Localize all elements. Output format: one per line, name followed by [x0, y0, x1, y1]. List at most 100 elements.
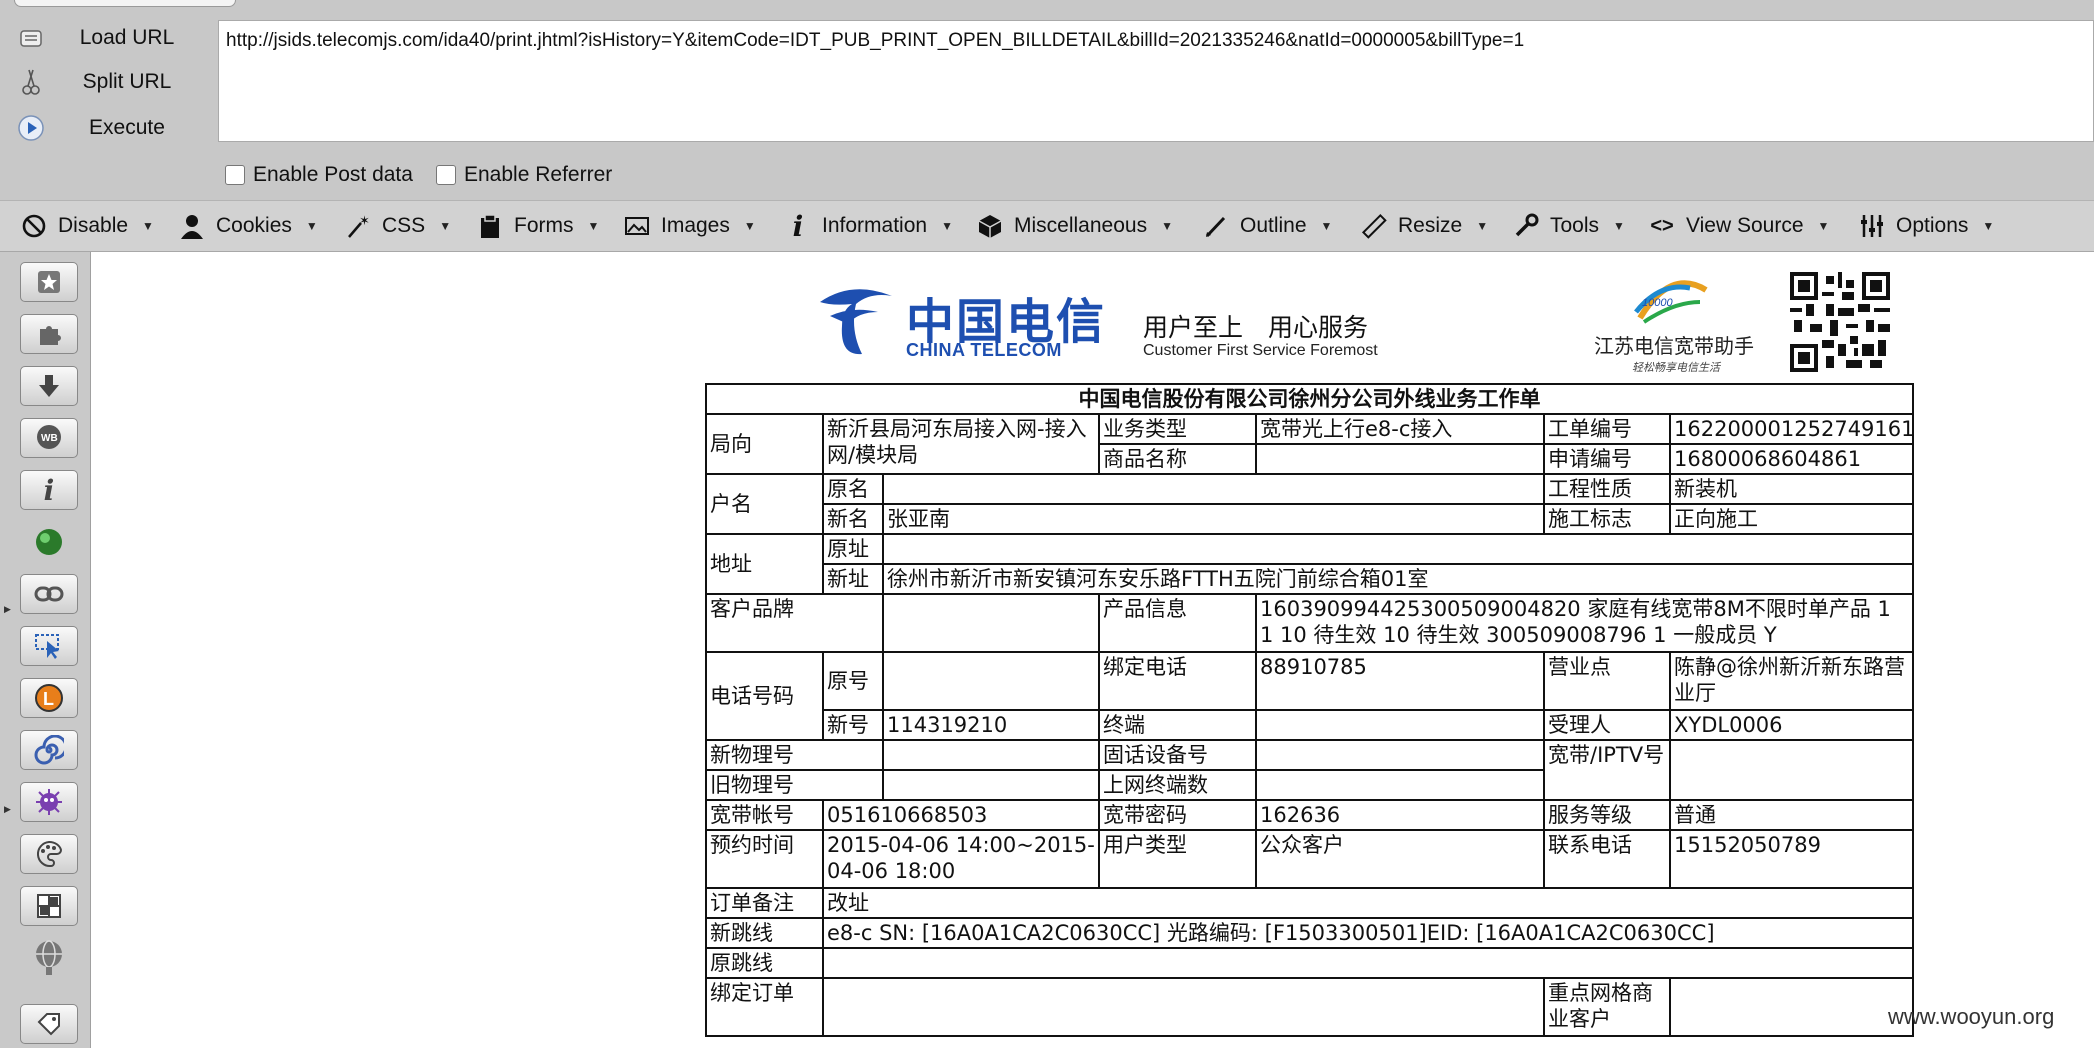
broadband-helper-text: 江苏电信宽带助手 — [1594, 336, 1754, 358]
goods-value — [1255, 443, 1545, 475]
new-phys-label: 新物理号 — [705, 739, 884, 771]
svg-text:L: L — [43, 689, 54, 709]
old-phys-value — [882, 769, 1100, 801]
sliders-icon — [1858, 212, 1886, 240]
chevron-down-icon: ▼ — [1613, 219, 1625, 233]
sidebar-grip-icon[interactable]: ▶ — [4, 604, 11, 614]
toolbar-tools[interactable]: Tools ▼ — [1512, 200, 1625, 252]
terminal-label: 终端 — [1098, 709, 1257, 741]
table-row: 局向 新沂县局河东局接入网-接入网/模块局 业务类型 宽带光上行e8-c接入 工… — [705, 413, 1915, 475]
purple-bug-icon[interactable] — [20, 782, 78, 822]
tag-icon[interactable] — [20, 1004, 78, 1044]
table-row: 户名 原名 工程性质 新装机 — [705, 473, 1915, 535]
url-textarea[interactable]: http://jsids.telecomjs.com/ida40/print.j… — [218, 20, 2094, 142]
orig-name-value — [882, 473, 1545, 505]
load-url-label: Load URL — [79, 26, 175, 49]
service-level-value: 普通 — [1668, 799, 1915, 831]
load-url-icon — [16, 23, 46, 53]
new-addr-label: 新址 — [822, 563, 884, 595]
new-addr-value: 徐州市新沂市新安镇河东安乐路FTTH五院门前综合箱01室 — [881, 563, 1915, 595]
toolbar-view-source[interactable]: <> View Source ▼ — [1648, 200, 1829, 252]
wrench-icon — [1512, 212, 1540, 240]
bb-pwd-label: 宽带密码 — [1098, 799, 1257, 831]
online-terms-label: 上网终端数 — [1098, 769, 1257, 801]
cursor-select-icon[interactable] — [20, 626, 78, 666]
service-level-label: 服务等级 — [1543, 799, 1671, 831]
split-url-button[interactable]: Split URL — [0, 62, 215, 102]
old-phys-label: 旧物理号 — [705, 769, 884, 801]
ruler-icon — [1360, 212, 1388, 240]
toolbar-information[interactable]: i Information ▼ — [784, 200, 953, 252]
toolbar-cookies-label: Cookies — [216, 214, 292, 237]
orange-l-icon[interactable]: L — [20, 678, 78, 718]
spiral-icon[interactable] — [20, 730, 78, 770]
branch-label: 营业点 — [1543, 651, 1671, 711]
chain-link-icon[interactable] — [20, 574, 78, 614]
tab-edge[interactable] — [14, 0, 236, 7]
toolbar-disable[interactable]: Disable ▼ — [20, 200, 154, 252]
orig-no-value — [882, 651, 1100, 711]
chevron-down-icon: ▼ — [587, 219, 600, 233]
toolbar-options[interactable]: Options ▼ — [1858, 200, 1994, 252]
construct-value: 正向施工 — [1668, 503, 1915, 535]
new-phys-value — [882, 739, 1100, 771]
china-telecom-logo-en: CHINA TELECOM — [906, 340, 1062, 360]
new-jumper-label: 新跳线 — [705, 917, 824, 949]
svg-text:✶: ✶ — [359, 213, 370, 228]
table-row: 新物理号 固话设备号 宽带/IPTV号 — [705, 739, 1915, 801]
bind-order-value — [822, 977, 1545, 1037]
chevron-down-icon: ▼ — [1320, 219, 1333, 233]
user-type-label: 用户类型 — [1098, 829, 1257, 889]
bureau-value: 新沂县局河东局接入网-接入网/模块局 — [822, 413, 1100, 475]
work-no-label: 工单编号 — [1543, 413, 1671, 445]
load-url-button[interactable]: Load URL — [0, 18, 215, 58]
puzzle-icon[interactable] — [20, 314, 78, 354]
toolbar-miscellaneous[interactable]: Miscellaneous ▼ — [976, 200, 1173, 252]
green-orb-icon[interactable] — [20, 522, 78, 562]
bind-phone-value: 88910785 — [1255, 651, 1545, 711]
key-grid-value — [1668, 977, 1915, 1037]
toolbar-css[interactable]: ✶ CSS ▼ — [344, 200, 451, 252]
table-row: 原跳线 — [705, 947, 1915, 979]
online-terms-value — [1255, 769, 1545, 801]
sidebar-grip-icon[interactable]: ▶ — [4, 804, 11, 814]
work-order-title: 中国电信股份有限公司徐州分公司外线业务工作单 — [704, 383, 1915, 415]
wand-icon: ✶ — [344, 212, 372, 240]
execute-label: Execute — [89, 116, 165, 139]
checkbox-box[interactable] — [225, 165, 245, 185]
table-row: 宽带帐号 051610668503 宽带密码 162636 服务等级 普通 — [705, 799, 1915, 831]
toolbar-forms[interactable]: Forms ▼ — [476, 200, 599, 252]
disable-icon — [20, 212, 48, 240]
appt-label: 预约时间 — [705, 829, 824, 889]
enable-post-checkbox[interactable]: Enable Post data — [225, 162, 413, 188]
grid-icon[interactable] — [20, 886, 78, 926]
helper-logo-number: 10000 — [1642, 297, 1673, 309]
toolbar-images[interactable]: Images ▼ — [623, 200, 756, 252]
chevron-down-icon: ▼ — [743, 219, 756, 233]
wot-icon[interactable]: WB — [20, 418, 78, 458]
cube-icon — [976, 212, 1004, 240]
toolbar-disable-label: Disable — [58, 214, 129, 237]
handler-label: 受理人 — [1543, 709, 1671, 741]
execute-button[interactable]: Execute — [0, 108, 215, 148]
table-row: 新址 徐州市新沂市新安镇河东安乐路FTTH五院门前综合箱01室 — [706, 563, 1915, 595]
checkbox-box[interactable] — [436, 165, 456, 185]
toolbar-outline[interactable]: Outline ▼ — [1202, 200, 1332, 252]
toolbar-resize[interactable]: Resize ▼ — [1360, 200, 1488, 252]
palette-icon[interactable] — [20, 834, 78, 874]
toolbar-cookies[interactable]: Cookies ▼ — [178, 200, 318, 252]
toolbar-forms-label: Forms — [514, 214, 574, 237]
chevron-down-icon: ▼ — [1161, 219, 1173, 233]
bb-account-value: 051610668503 — [822, 799, 1100, 831]
enable-referrer-checkbox[interactable]: Enable Referrer — [436, 162, 612, 188]
toolbar-css-label: CSS — [382, 214, 426, 237]
table-row: 新名 张亚南 施工标志 正向施工 — [706, 503, 1915, 535]
bookmark-star-icon[interactable] — [20, 262, 78, 302]
work-no-value: 162200001252749161 — [1668, 413, 1915, 445]
project-value: 新装机 — [1668, 473, 1915, 505]
split-url-label: Split URL — [82, 70, 172, 93]
info-icon[interactable]: i — [20, 470, 78, 510]
globe-icon[interactable] — [20, 938, 78, 978]
download-arrow-icon[interactable] — [20, 366, 78, 406]
chevron-down-icon: ▼ — [439, 219, 452, 233]
